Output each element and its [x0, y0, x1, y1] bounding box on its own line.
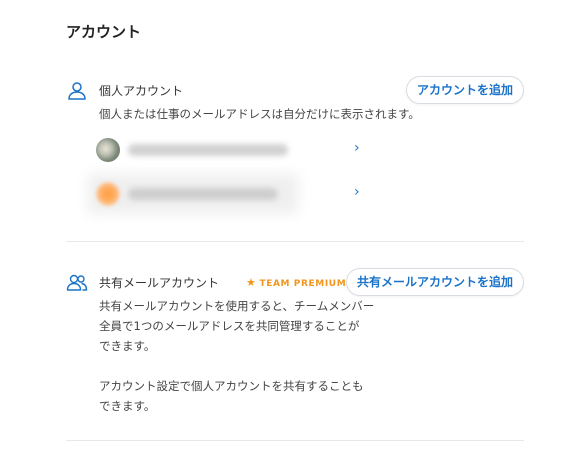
account-email — [128, 188, 278, 200]
shared-accounts-title: 共有メールアカウント — [99, 276, 220, 290]
note-line: アカウント設定で個人アカウントを共有することも — [99, 379, 364, 393]
person-icon — [66, 80, 88, 102]
chevron-right-icon[interactable]: › — [354, 184, 360, 200]
personal-accounts-section: 個人アカウント アカウントを追加 個人または仕事のメールアドレスは自分だけに表示… — [66, 76, 524, 226]
description-line: 共有メールアカウントを使用すると、チームメンバー — [99, 299, 375, 313]
people-icon — [66, 272, 88, 294]
divider — [66, 241, 524, 242]
account-email — [128, 144, 288, 156]
chevron-right-icon[interactable]: › — [354, 140, 360, 156]
avatar — [96, 182, 120, 206]
team-premium-badge: ★ TEAM PREMIUM — [246, 276, 346, 291]
shared-accounts-section: 共有メールアカウント ★ TEAM PREMIUM 共有メールアカウントを追加 共… — [66, 268, 524, 428]
personal-accounts-description: 個人または仕事のメールアドレスは自分だけに表示されます。 — [99, 107, 420, 121]
avatar — [96, 138, 120, 162]
page-title: アカウント — [66, 23, 142, 41]
shared-accounts-note: アカウント設定で個人アカウントを共有することも できます。 — [99, 376, 364, 416]
personal-accounts-title: 個人アカウント — [99, 84, 184, 98]
add-shared-account-button[interactable]: 共有メールアカウントを追加 — [345, 268, 524, 296]
shared-accounts-description: 共有メールアカウントを使用すると、チームメンバー 全員で1つのメールアドレスを共… — [99, 296, 374, 356]
add-account-button[interactable]: アカウントを追加 — [405, 76, 524, 104]
note-line: できます。 — [99, 399, 156, 413]
description-line: できます。 — [99, 339, 156, 353]
description-line: 全員で1つのメールアドレスを共同管理することが — [99, 319, 360, 333]
account-row[interactable]: › — [96, 134, 360, 166]
star-icon: ★ — [246, 276, 257, 289]
divider — [66, 440, 524, 441]
badge-label: TEAM PREMIUM — [259, 279, 347, 289]
account-row[interactable]: › — [88, 174, 360, 214]
